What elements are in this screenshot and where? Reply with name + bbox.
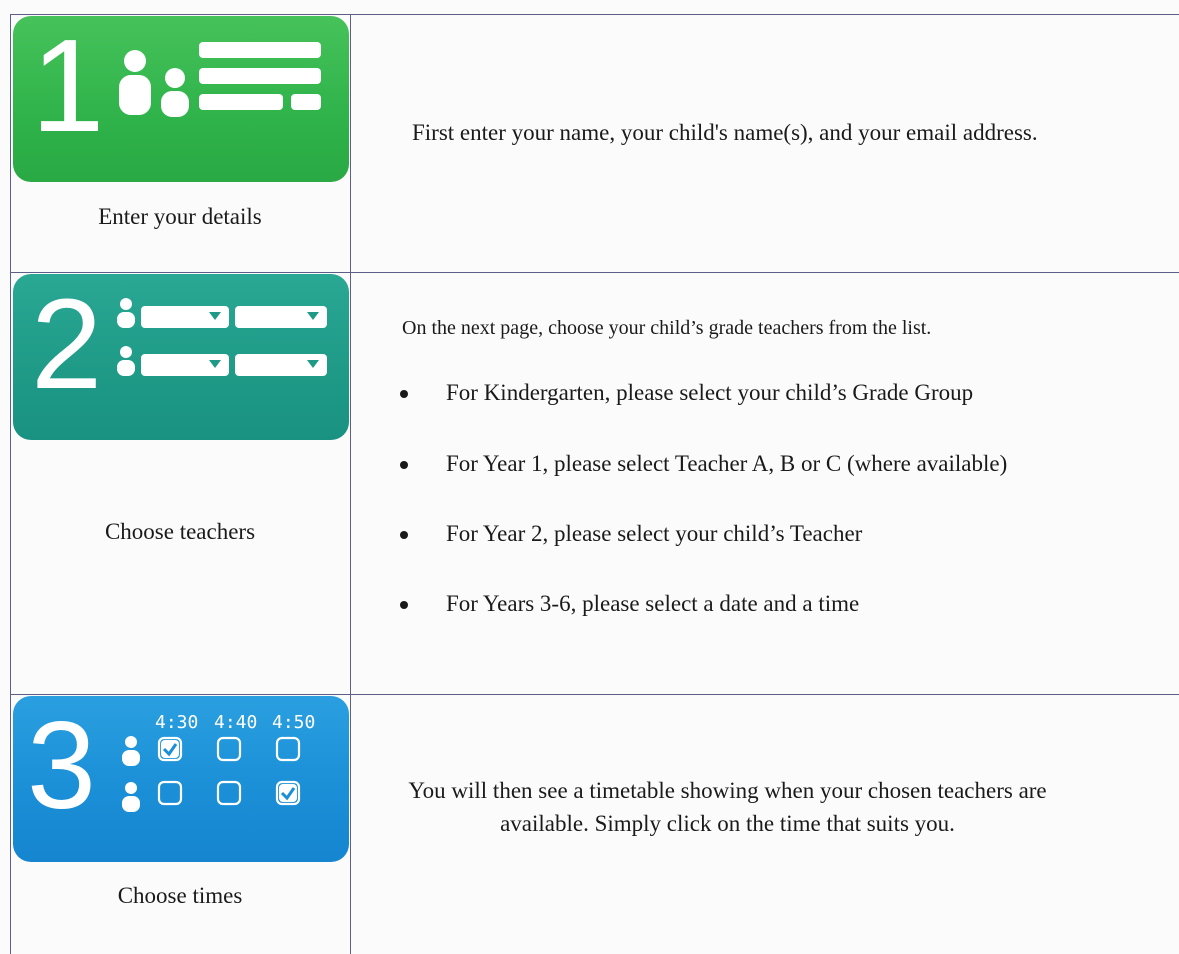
bullet-text: For Year 1, please select Teacher A, B o…: [446, 451, 1008, 476]
checkmark-icon: [161, 740, 179, 758]
step-2-caption: Choose teachers: [104, 519, 256, 544]
bullet-icon: [400, 390, 408, 398]
step-2-intro: On the next page, choose your child’s gr…: [402, 317, 932, 339]
dropdown-select-icon: [141, 306, 327, 376]
row-divider-1: [10, 272, 1179, 273]
bullet-text: For Years 3-6, please select a date and …: [446, 591, 860, 616]
step-3-caption: Choose times: [117, 883, 243, 908]
steps-table: 1 Enter your details First enter your na…: [10, 14, 1179, 954]
time-label: 4:40: [214, 712, 257, 733]
bullet-icon: [400, 531, 408, 539]
bullet-icon: [400, 601, 408, 609]
step-3-tile: 3 4:30 4:40 4:50: [13, 696, 349, 862]
bullet-text: For Year 2, please select your child’s T…: [446, 521, 863, 546]
bullet-icon: [400, 461, 408, 469]
table-left-border: [10, 14, 11, 954]
bullet-text: For Kindergarten, please select your chi…: [446, 380, 974, 405]
step-1-tile: 1: [13, 16, 349, 182]
table-border-top: [10, 14, 1179, 15]
step-2-number: 2: [31, 274, 102, 416]
people-icon: [117, 298, 135, 376]
step-1-number: 1: [31, 16, 104, 159]
column-divider: [350, 14, 351, 954]
step-1-caption: Enter your details: [98, 204, 262, 229]
people-icon: [122, 736, 140, 812]
form-lines-icon: [199, 42, 321, 110]
step-3-description-line-1: You will then see a timetable showing wh…: [408, 778, 1047, 803]
time-label: 4:30: [155, 712, 198, 733]
step-2-tile: 2: [13, 274, 349, 440]
checkbox-grid-icon: [157, 736, 301, 806]
step-3-number: 3: [27, 697, 96, 835]
step-3-description-line-2: available. Simply click on the time that…: [500, 811, 955, 836]
people-icon: [119, 50, 189, 117]
time-label: 4:50: [272, 712, 315, 733]
step-1-description: First enter your name, your child's name…: [412, 120, 1038, 145]
row-divider-2: [10, 694, 1179, 695]
step-3-description: You will then see a timetable showing wh…: [390, 774, 1065, 840]
checkmark-icon: [279, 784, 297, 802]
